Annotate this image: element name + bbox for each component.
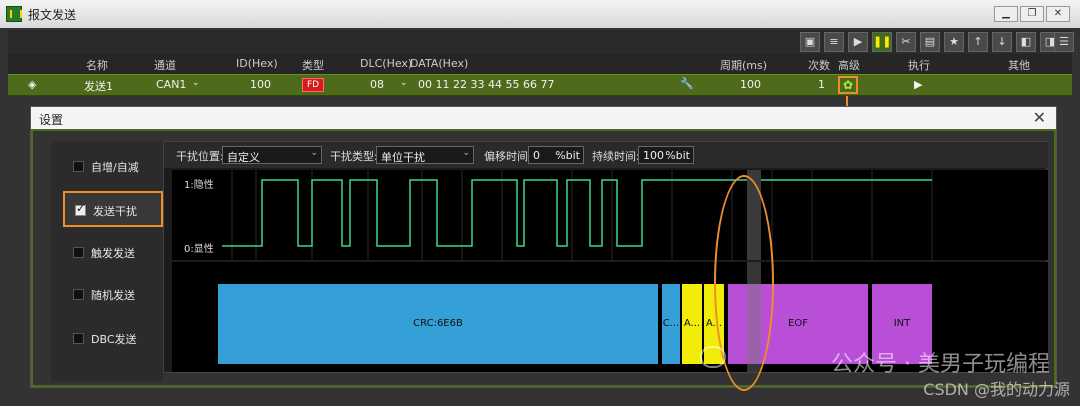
row-period[interactable]: 100: [740, 78, 761, 91]
interference-controls: 干扰位置: 自定义 ⌄ 干扰类型: 单位干扰 ⌄ 偏移时间: 0 %bit 持续…: [164, 142, 1048, 168]
position-label: 干扰位置:: [176, 150, 224, 163]
message-send-window: 报文发送 ▁ ❐ ✕ ▣ ≡ ▶ ❚❚ ✂ ▤ ★ ↑ ↓ ◧ ◨ ☰ 名称 通…: [0, 0, 1080, 406]
settings-sidebar: 自增/自减 发送干扰 触发发送 随机发送 DBC发送: [51, 141, 163, 381]
watermark-csdn: CSDN @我的动力源: [923, 380, 1070, 399]
dialog-close-icon[interactable]: ✕: [1033, 108, 1046, 127]
app-icon: [6, 6, 22, 22]
col-id: ID(Hex): [236, 57, 278, 70]
offset-unit: %bit: [555, 149, 580, 162]
sidebar-item-label: 随机发送: [91, 289, 135, 302]
sidebar-item-label: 自增/自减: [91, 161, 139, 174]
sidebar-item-increment[interactable]: 自增/自减: [63, 149, 163, 185]
row-icon: ◈: [28, 78, 37, 91]
channel-chevron-icon[interactable]: ⌄: [192, 78, 200, 88]
segment-crc-delimiter[interactable]: C...: [662, 284, 680, 364]
row-name: 发送1: [84, 80, 113, 93]
dbc-checkbox[interactable]: [73, 333, 84, 344]
offset-input[interactable]: 0 %bit: [528, 146, 584, 164]
cut-icon[interactable]: ✂: [896, 32, 916, 52]
duration-unit: %bit: [665, 149, 690, 162]
offset-label: 偏移时间:: [484, 150, 532, 163]
row-count[interactable]: 1: [818, 78, 825, 91]
chevron-down-icon: ⌄: [310, 148, 318, 158]
segment-crc[interactable]: CRC:6E6B: [218, 284, 658, 364]
segment-label: A...: [683, 318, 701, 329]
table-row[interactable]: ◈ 发送1 CAN1 ⌄ 100 FD 08 ⌄ 00 11 22 33 44 …: [8, 74, 1072, 96]
row-channel[interactable]: CAN1: [156, 78, 186, 91]
title-bar: 报文发送 ▁ ❐ ✕: [0, 0, 1080, 28]
sidebar-item-dbc[interactable]: DBC发送: [63, 321, 163, 357]
segment-label: CRC:6E6B: [413, 318, 463, 329]
interference-checkbox[interactable]: [75, 202, 86, 216]
dlc-chevron-icon[interactable]: ⌄: [400, 78, 408, 88]
row-data[interactable]: 00 11 22 33 44 55 66 77: [418, 78, 554, 91]
col-period: 周期(ms): [720, 59, 768, 72]
paste-icon[interactable]: ▤: [920, 32, 940, 52]
save-icon[interactable]: ▣: [800, 32, 820, 52]
window-title: 报文发送: [28, 8, 77, 22]
offset-value: 0: [533, 149, 540, 162]
sidebar-item-interference[interactable]: 发送干扰: [63, 191, 163, 227]
sidebar-item-label: DBC发送: [91, 333, 137, 346]
sidebar-item-label: 触发发送: [91, 247, 135, 260]
restore-button[interactable]: ❐: [1020, 6, 1044, 22]
close-button[interactable]: ✕: [1046, 6, 1070, 22]
gear-icon[interactable]: ✿: [838, 76, 858, 94]
table-header: 名称 通道 ID(Hex) 类型 DLC(Hex) DATA(Hex) 周期(m…: [8, 54, 1072, 74]
col-dlc: DLC(Hex): [360, 57, 413, 70]
toolbar: ▣ ≡ ▶ ❚❚ ✂ ▤ ★ ↑ ↓ ◧ ◨ ☰: [8, 30, 1074, 54]
duration-input[interactable]: 100 %bit: [638, 146, 694, 164]
increment-checkbox[interactable]: [73, 161, 84, 172]
position-value: 自定义: [227, 151, 260, 164]
col-channel: 通道: [154, 59, 176, 72]
interference-panel: 干扰位置: 自定义 ⌄ 干扰类型: 单位干扰 ⌄ 偏移时间: 0 %bit 持续…: [163, 141, 1048, 373]
down-icon[interactable]: ↓: [992, 32, 1012, 52]
col-type: 类型: [302, 59, 324, 72]
import-icon[interactable]: ◧: [1016, 32, 1036, 52]
play-icon[interactable]: ▶: [848, 32, 868, 52]
position-select[interactable]: 自定义 ⌄: [222, 146, 322, 164]
sidebar-item-label: 发送干扰: [93, 205, 137, 218]
pause-icon[interactable]: ❚❚: [872, 32, 892, 52]
segment-label: INT: [893, 318, 911, 329]
wechat-icon: [700, 346, 726, 368]
wrench-icon[interactable]: 🔧: [680, 77, 694, 90]
col-advanced: 高级: [838, 59, 860, 72]
star-icon[interactable]: ★: [944, 32, 964, 52]
waveform-svg: [222, 170, 933, 260]
chevron-down-icon: ⌄: [462, 148, 470, 158]
up-icon[interactable]: ↑: [968, 32, 988, 52]
type-fd-badge[interactable]: FD: [302, 78, 325, 92]
sidebar-item-random[interactable]: 随机发送: [63, 277, 163, 313]
duration-value: 100: [643, 149, 664, 162]
execute-play-icon[interactable]: ▶: [914, 78, 922, 91]
sidebar-item-trigger[interactable]: 触发发送: [63, 235, 163, 271]
dialog-title: 设置: [39, 113, 64, 127]
minimize-button[interactable]: ▁: [994, 6, 1018, 22]
col-data: DATA(Hex): [410, 57, 469, 70]
row-id: 100: [250, 78, 271, 91]
type-select[interactable]: 单位干扰 ⌄: [376, 146, 474, 164]
watermark-text: 公众号 · 美男子玩编程: [831, 352, 1050, 377]
list-icon[interactable]: ≡: [824, 32, 844, 52]
type-label: 干扰类型:: [330, 150, 378, 163]
duration-label: 持续时间:: [592, 150, 640, 163]
dialog-title-bar: 设置 ✕: [31, 107, 1056, 129]
col-count: 次数: [808, 59, 830, 72]
random-checkbox[interactable]: [73, 289, 84, 300]
waveform-view[interactable]: 1:隐性 0:显性: [172, 170, 1048, 260]
type-value: 单位干扰: [381, 151, 425, 164]
col-other: 其他: [1008, 59, 1030, 72]
col-name: 名称: [86, 59, 108, 72]
trigger-checkbox[interactable]: [73, 247, 84, 258]
row-dlc[interactable]: 08: [370, 78, 384, 91]
segment-label: C...: [662, 318, 680, 329]
col-execute: 执行: [908, 59, 930, 72]
segment-ack[interactable]: A...: [682, 284, 702, 364]
menu-icon[interactable]: ☰: [1054, 32, 1074, 52]
